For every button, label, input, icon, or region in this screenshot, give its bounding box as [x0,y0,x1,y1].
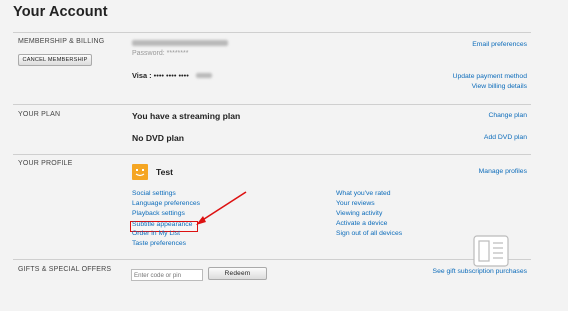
visa-label: Visa : [132,71,152,80]
profile-avatar-icon[interactable] [132,164,148,180]
taste-preferences-link[interactable]: Taste preferences [132,240,186,247]
dvd-plan-text: No DVD plan [132,133,185,143]
activate-device-link[interactable]: Activate a device [336,220,387,227]
social-settings-link[interactable]: Social settings [132,190,176,197]
password-row: Password: ******** [132,50,188,57]
order-in-my-list-link[interactable]: Order in My List [132,230,180,237]
password-label: Password: [132,50,165,57]
divider [13,104,531,105]
section-label-plan: YOUR PLAN [18,111,61,118]
divider [13,259,531,260]
section-label-membership: MEMBERSHIP & BILLING [18,38,105,45]
change-plan-link[interactable]: Change plan [488,112,527,119]
divider [13,32,531,33]
add-dvd-plan-link[interactable]: Add DVD plan [484,134,527,141]
page-title: Your Account [13,4,108,20]
gift-code-input[interactable] [131,269,203,281]
streaming-plan-text: You have a streaming plan [132,111,241,121]
visa-mask: •••• •••• •••• [153,71,189,80]
billing-details-link[interactable]: View billing details [472,83,527,90]
what-youve-rated-link[interactable]: What you've rated [336,190,391,197]
redacted-email [132,40,228,46]
language-preferences-link[interactable]: Language preferences [132,200,200,207]
section-label-profile: YOUR PROFILE [18,160,73,167]
section-label-gifts: GIFTS & SPECIAL OFFERS [18,266,112,273]
redacted-card-digits [196,73,212,78]
subtitle-appearance-link[interactable]: Subtitle appearance [132,221,192,228]
password-mask: ******** [166,50,189,57]
email-preferences-link[interactable]: Email preferences [472,41,527,48]
sign-out-all-devices-link[interactable]: Sign out of all devices [336,230,402,237]
viewing-activity-link[interactable]: Viewing activity [336,210,382,217]
redeem-button[interactable]: Redeem [208,267,267,280]
profile-name: Test [156,167,174,177]
manage-profiles-link[interactable]: Manage profiles [479,168,527,175]
divider [13,154,531,155]
watermark-icon [466,226,518,283]
playback-settings-link[interactable]: Playback settings [132,210,185,217]
your-reviews-link[interactable]: Your reviews [336,200,375,207]
update-payment-link[interactable]: Update payment method [453,73,527,80]
cancel-membership-button[interactable]: Cancel Membership [18,54,92,66]
visa-row: Visa : •••• •••• •••• [132,71,189,80]
